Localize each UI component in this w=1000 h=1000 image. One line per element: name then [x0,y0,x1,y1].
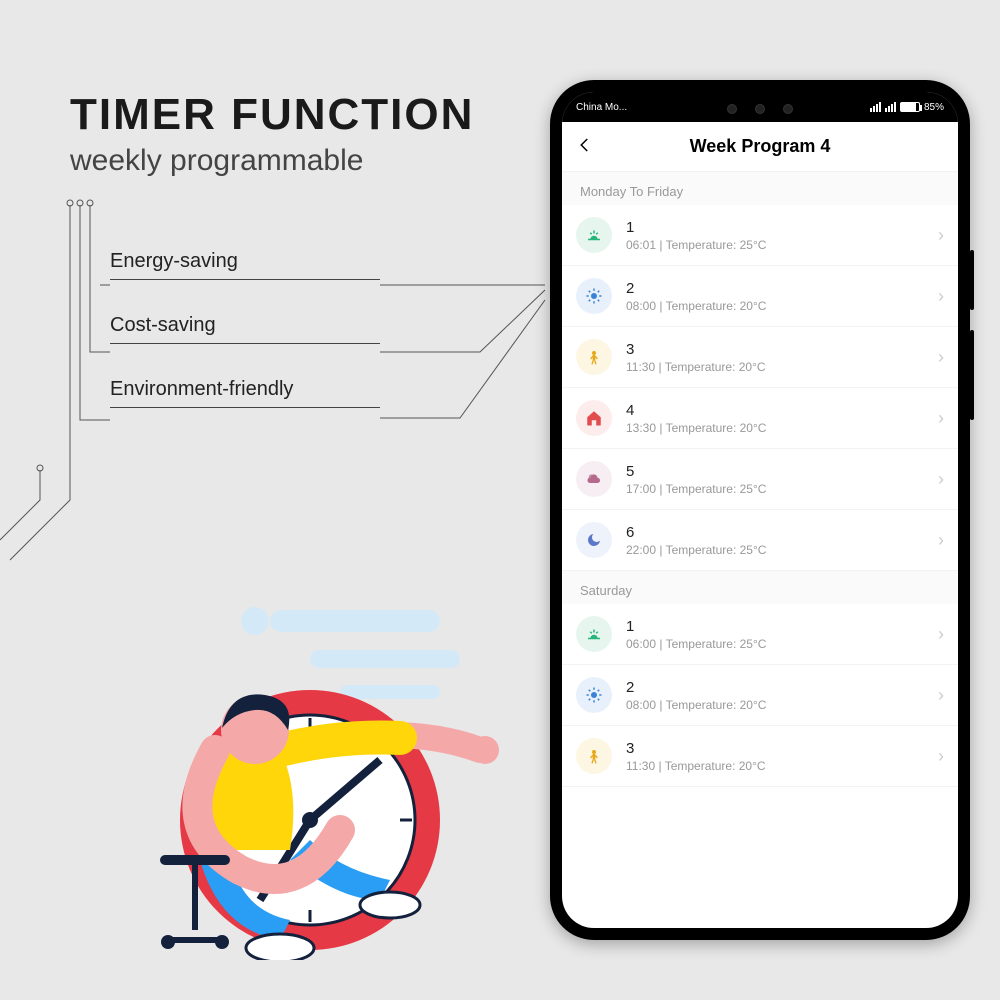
row-detail: 06:01 | Temperature: 25°C [626,238,938,252]
signal-icon-2 [885,102,896,112]
row-number: 2 [626,679,938,696]
chevron-right-icon: › [938,286,944,307]
phone-mockup: China Mo... 85% Week Program 4 Monday To… [550,80,970,940]
sun-icon [576,677,612,713]
row-detail: 06:00 | Temperature: 25°C [626,637,938,651]
app-header: Week Program 4 [562,122,958,172]
bullet-environment: Environment-friendly [110,378,380,408]
signal-icon [870,102,881,112]
sunrise-icon [576,616,612,652]
program-row[interactable]: 5 17:00 | Temperature: 25°C› [562,449,958,510]
chevron-right-icon: › [938,347,944,368]
row-number: 1 [626,618,938,635]
row-number: 6 [626,524,938,541]
section-header: Saturday [562,571,958,604]
person-icon [576,738,612,774]
program-list: Monday To Friday 1 06:01 | Temperature: 25… [562,172,958,787]
row-number: 3 [626,341,938,358]
row-detail: 11:30 | Temperature: 20°C [626,360,938,374]
row-detail: 13:30 | Temperature: 20°C [626,421,938,435]
battery-icon [900,102,920,112]
row-number: 2 [626,280,938,297]
home-icon [576,400,612,436]
row-detail: 08:00 | Temperature: 20°C [626,299,938,313]
program-row[interactable]: 6 22:00 | Temperature: 25°C› [562,510,958,571]
program-row[interactable]: 3 11:30 | Temperature: 20°C› [562,327,958,388]
section-header: Monday To Friday [562,172,958,205]
bullet-cost: Cost-saving [110,314,380,344]
chevron-right-icon: › [938,685,944,706]
program-row[interactable]: 1 06:00 | Temperature: 25°C› [562,604,958,665]
cloud-icon [576,461,612,497]
program-row[interactable]: 1 06:01 | Temperature: 25°C› [562,205,958,266]
program-row[interactable]: 4 13:30 | Temperature: 20°C› [562,388,958,449]
moon-icon [576,522,612,558]
row-detail: 08:00 | Temperature: 20°C [626,698,938,712]
feature-bullets: Energy-saving Cost-saving Environment-fr… [110,250,380,442]
carrier-label: China Mo... [576,102,627,113]
battery-label: 85% [924,102,944,113]
row-detail: 22:00 | Temperature: 25°C [626,543,938,557]
sunrise-icon [576,217,612,253]
chevron-right-icon: › [938,746,944,767]
row-detail: 11:30 | Temperature: 20°C [626,759,938,773]
program-row[interactable]: 2 08:00 | Temperature: 20°C› [562,665,958,726]
back-button[interactable] [576,136,594,154]
clock-illustration [80,600,510,960]
chevron-right-icon: › [938,469,944,490]
sun-icon [576,278,612,314]
main-title: TIMER FUNCTION [70,90,474,140]
program-row[interactable]: 3 11:30 | Temperature: 20°C› [562,726,958,787]
screen-title: Week Program 4 [690,136,831,157]
row-detail: 17:00 | Temperature: 25°C [626,482,938,496]
headline-block: TIMER FUNCTION weekly programmable [70,90,474,178]
chevron-right-icon: › [938,624,944,645]
chevron-right-icon: › [938,408,944,429]
chevron-right-icon: › [938,530,944,551]
program-row[interactable]: 2 08:00 | Temperature: 20°C› [562,266,958,327]
phone-notch [725,102,795,116]
bullet-energy: Energy-saving [110,250,380,280]
row-number: 3 [626,740,938,757]
row-number: 1 [626,219,938,236]
row-number: 5 [626,463,938,480]
main-subtitle: weekly programmable [70,144,474,178]
chevron-right-icon: › [938,225,944,246]
person-icon [576,339,612,375]
row-number: 4 [626,402,938,419]
